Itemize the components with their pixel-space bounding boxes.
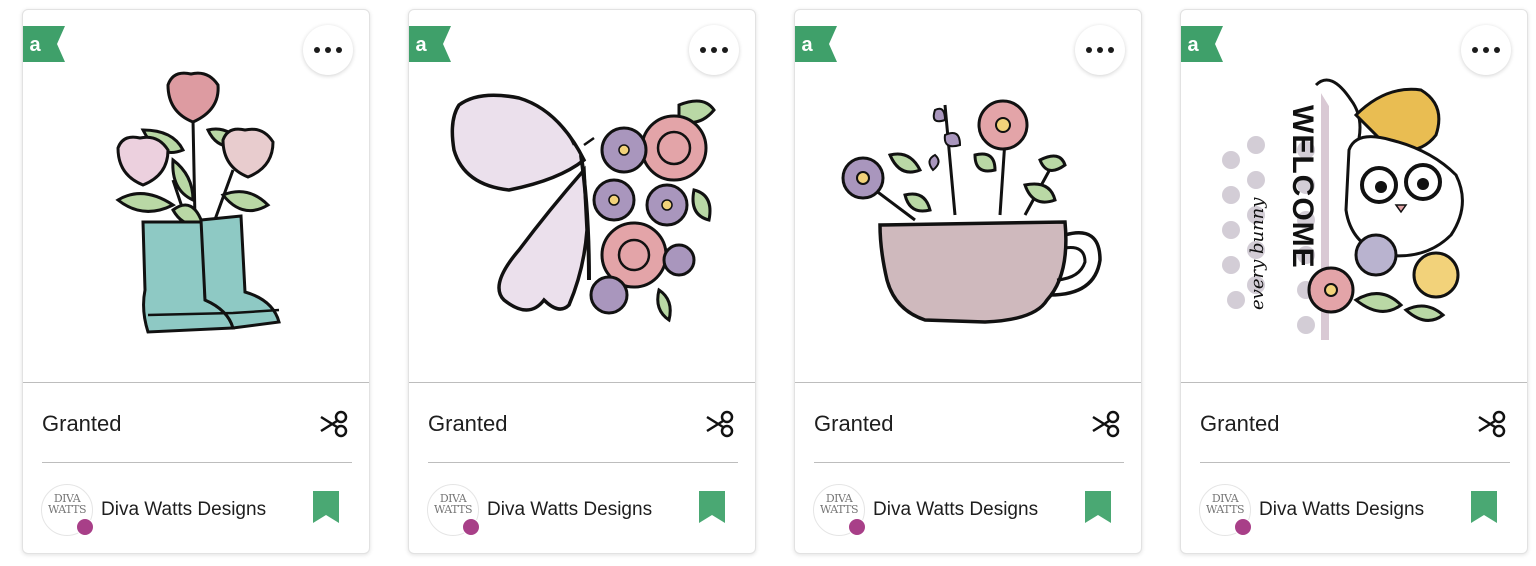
- more-dot-icon: [1483, 47, 1489, 53]
- card-divider: [1181, 382, 1527, 383]
- more-dot-icon: [325, 47, 331, 53]
- access-badge-icon: a: [1181, 26, 1223, 62]
- bookmark-icon[interactable]: [1471, 491, 1497, 523]
- avatar[interactable]: DIVA WATTS: [41, 484, 94, 536]
- svg-text:a: a: [415, 34, 427, 56]
- card-divider: [42, 462, 352, 463]
- more-dot-icon: [1472, 47, 1478, 53]
- bookmark-icon[interactable]: [1085, 491, 1111, 523]
- more-options-button[interactable]: [689, 25, 739, 75]
- project-card[interactable]: a Granted DIVA WATTS Diva Watts Designs: [794, 9, 1142, 554]
- project-title[interactable]: Granted: [814, 411, 894, 437]
- access-badge-icon: a: [23, 26, 65, 62]
- project-card[interactable]: WELCOME every bunny a Granted DIVA WATTS…: [1180, 9, 1528, 554]
- more-dot-icon: [1086, 47, 1092, 53]
- welcome-sign-text: WELCOME: [1286, 105, 1319, 269]
- card-divider: [1200, 462, 1510, 463]
- designer-star-icon: [848, 518, 866, 536]
- designer-star-icon: [462, 518, 480, 536]
- designer-star-icon: [76, 518, 94, 536]
- access-badge-icon: a: [795, 26, 837, 62]
- card-divider: [409, 382, 755, 383]
- svg-text:a: a: [29, 34, 41, 56]
- bookmark-icon[interactable]: [699, 491, 725, 523]
- access-badge-icon: a: [409, 26, 451, 62]
- avatar[interactable]: DIVA WATTS: [1199, 484, 1252, 536]
- scissors-icon[interactable]: [1091, 410, 1121, 438]
- more-dot-icon: [1108, 47, 1114, 53]
- card-divider: [23, 382, 369, 383]
- more-dot-icon: [700, 47, 706, 53]
- author-name-link[interactable]: Diva Watts Designs: [487, 499, 652, 521]
- author-name-link[interactable]: Diva Watts Designs: [101, 499, 266, 521]
- more-dot-icon: [711, 47, 717, 53]
- designer-star-icon: [1234, 518, 1252, 536]
- more-dot-icon: [1097, 47, 1103, 53]
- avatar[interactable]: DIVA WATTS: [427, 484, 480, 536]
- project-title[interactable]: Granted: [428, 411, 508, 437]
- author-name-link[interactable]: Diva Watts Designs: [1259, 499, 1424, 521]
- svg-text:a: a: [801, 34, 813, 56]
- author-name-link[interactable]: Diva Watts Designs: [873, 499, 1038, 521]
- more-dot-icon: [336, 47, 342, 53]
- avatar[interactable]: DIVA WATTS: [813, 484, 866, 536]
- card-divider: [428, 462, 738, 463]
- scissors-icon[interactable]: [1477, 410, 1507, 438]
- card-divider: [795, 382, 1141, 383]
- scissors-icon[interactable]: [705, 410, 735, 438]
- card-divider: [814, 462, 1124, 463]
- project-card[interactable]: a Granted DIVA WATTS Diva Watts Designs: [408, 9, 756, 554]
- bookmark-icon[interactable]: [313, 491, 339, 523]
- svg-text:a: a: [1187, 34, 1199, 56]
- scissors-icon[interactable]: [319, 410, 349, 438]
- project-title[interactable]: Granted: [42, 411, 122, 437]
- more-options-button[interactable]: [1461, 25, 1511, 75]
- more-options-button[interactable]: [1075, 25, 1125, 75]
- project-grid: a Granted DIVA WATTS Diva Watts Designs: [0, 0, 1536, 566]
- more-dot-icon: [722, 47, 728, 53]
- project-title[interactable]: Granted: [1200, 411, 1280, 437]
- more-dot-icon: [314, 47, 320, 53]
- more-options-button[interactable]: [303, 25, 353, 75]
- project-card[interactable]: a Granted DIVA WATTS Diva Watts Designs: [22, 9, 370, 554]
- more-dot-icon: [1494, 47, 1500, 53]
- every-bunny-text: every bunny: [1247, 197, 1268, 310]
